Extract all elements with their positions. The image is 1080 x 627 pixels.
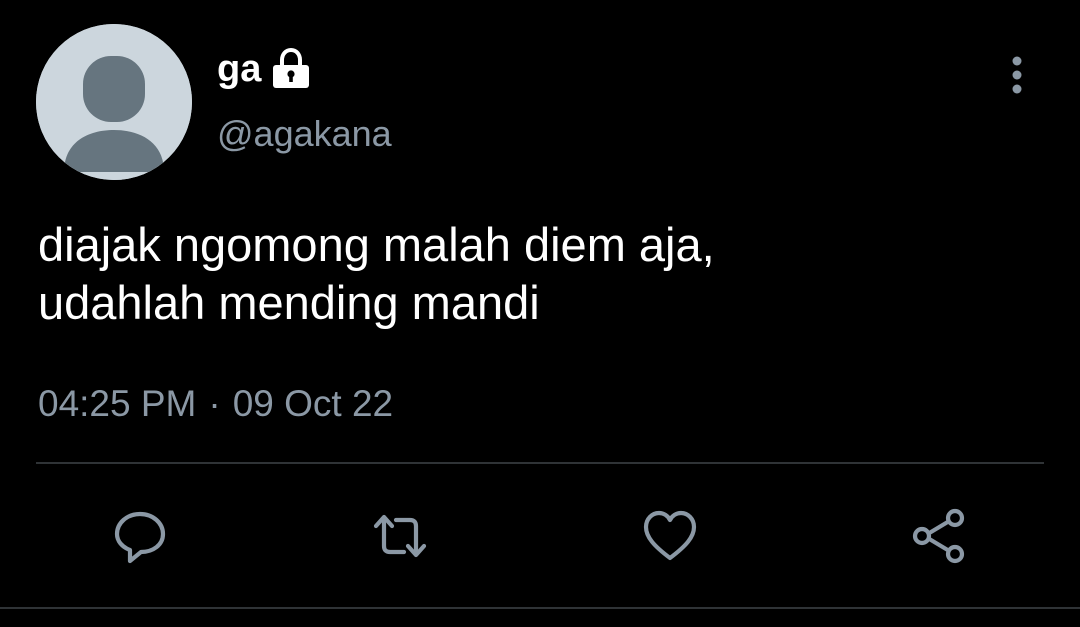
username-handle[interactable]: @agakana <box>217 112 392 155</box>
comment-icon <box>114 511 166 564</box>
retweet-button[interactable] <box>370 506 430 566</box>
lock-icon <box>273 48 310 88</box>
share-button[interactable] <box>908 506 968 566</box>
share-icon <box>912 508 965 564</box>
retweet-icon <box>373 514 427 558</box>
tweet-card: ga @agakana diajak ngomong malah diem aj… <box>0 0 1080 627</box>
divider <box>36 462 1044 464</box>
reply-button[interactable] <box>110 506 170 566</box>
more-vertical-icon <box>1012 56 1022 94</box>
tweet-timestamp[interactable]: 04:25 PM · 09 Oct 22 <box>38 382 393 426</box>
name-row: ga <box>217 44 313 94</box>
display-name[interactable]: ga <box>217 50 261 88</box>
tweet-time: 04:25 PM <box>38 383 197 424</box>
bottom-divider <box>0 607 1080 609</box>
avatar[interactable] <box>36 24 192 180</box>
more-options-button[interactable] <box>1000 52 1034 98</box>
tweet-text: diajak ngomong malah diem aja, udahlah m… <box>38 218 715 329</box>
like-button[interactable] <box>640 506 700 566</box>
default-avatar-icon <box>36 24 192 180</box>
tweet-date: 09 Oct 22 <box>232 383 394 424</box>
heart-icon <box>643 510 697 561</box>
timestamp-separator: · <box>208 383 221 424</box>
